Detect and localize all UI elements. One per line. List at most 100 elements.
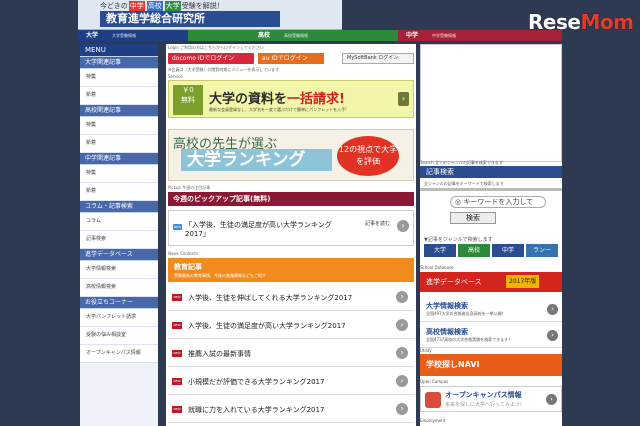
nav-tab-label: 高校 [258,32,271,39]
nav-tab-sub: 大学受験情報 [112,33,137,38]
education-title: 教育記事 [174,263,202,271]
banner-headline-a: 大学の資料を [209,92,288,107]
sidebar-menu: MENU 大学関連記事 特集 新着 高校関連記事 特集 新着 中学関連記事 特集… [80,44,158,426]
list-item[interactable]: NEW 推薦入試の最新事情 › [168,340,414,367]
search-desc: 全ジャンルの記事をキーワードで検索します [424,181,504,186]
article-title: 小規模だが評価できる大学ランキング2017 [188,378,325,386]
keyword-search-input[interactable]: ◎ キーワードを入力して [450,196,546,208]
au-login-button[interactable]: au IDでログイン [258,53,324,64]
site-title[interactable]: 教育進学総合研究所 [100,11,280,27]
genre-tab-high-school[interactable]: 高校 [458,244,490,257]
open-campus-banner[interactable]: オープンキャンパス情報 未来を探しに大学へ行ってみよう！ › [420,386,562,412]
sidebar-item[interactable]: 新着 [80,87,158,105]
genre-tab-junior-high[interactable]: 中学 [492,244,524,257]
nav-tab-high-school[interactable]: 高校 高校受験情報 [188,30,398,41]
education-subtitle: 受験最新の教育事情、今後の進路情報などをご紹介 [174,273,266,278]
new-badge: NEW [172,378,182,385]
genre-tab-ranking[interactable]: ランー [526,244,558,257]
nav-tab-sub: 中学受験情報 [432,33,457,38]
sidebar-item[interactable]: オープンキャンパス情報 [80,345,158,363]
nav-tab-label: 大学 [86,32,99,39]
nav-tab-sub: 高校受験情報 [284,33,309,38]
sidebar-item[interactable]: 大学情報検索 [80,261,158,279]
sidebar-section-high-school[interactable]: 高校関連記事 [80,105,158,117]
chevron-right-icon: › [546,394,557,405]
db-row-title: 高校情報検索 [426,328,468,336]
open-campus-sub: 未来を探しに大学へ行ってみよう！ [445,402,525,408]
ranking-banner-line2: 大学ランキング [181,149,332,171]
genre-tab-university[interactable]: 大学 [424,244,456,257]
sidebar-item[interactable]: 新着 [80,135,158,153]
sidebar-item[interactable]: 大学パンフレット請求 [80,309,158,327]
tag-high-school: 高校 [146,1,163,11]
free-badge-price: ￥0 [182,86,194,94]
list-item[interactable]: NEW 小規模だが評価できる大学ランキング2017 › [168,368,414,395]
search-header: 記事検索 [420,166,562,178]
university-search-link[interactable]: 大学情報検索 全国497大学の合格者出身高校を一挙公開！ › [420,298,562,322]
sidebar-item[interactable]: コラム [80,213,158,231]
tag-junior-high: 中学 [128,1,145,11]
docomo-login-button[interactable]: docomo IDでログイン [168,53,254,64]
nav-tab-university[interactable]: 大学 大学受験情報 [78,30,188,41]
sidebar-section-useful[interactable]: お役立ちコーナー [80,297,158,309]
brochure-request-banner[interactable]: ￥0 無料 大学の資料を一括請求! 最新な会員登録なし、大学名を一度で選ぶだけで簡… [168,80,414,118]
sidebar-item[interactable]: 受験の悩み相談室 [80,327,158,345]
database-header: 進学データベース 2017年版 [420,272,562,292]
list-item[interactable]: NEW 入学後、生徒の満足度が高い大学ランキング2017 › [168,312,414,339]
chevron-right-icon[interactable]: › [397,220,409,232]
tagline: 今どきの 中学 高校 大学 受験を解説！ [100,1,224,11]
sidebar-item[interactable]: 新着 [80,183,158,201]
sidebar-section-database[interactable]: 進学データベース [80,249,158,261]
free-badge-text: 無料 [181,96,195,104]
university-ranking-banner[interactable]: 高校の先生が選ぶ 大学ランキング 12の視点で大学を評価 [168,129,414,181]
pickup-article[interactable]: NEW 「入学後、生徒の満足度が高い大学ランキング2017」 記事を読む › [168,210,414,246]
sidebar-item[interactable]: 特集 [80,165,158,183]
database-year-badge: 2017年版 [506,275,540,288]
sidebar-item[interactable]: 高校情報検索 [80,279,158,297]
new-badge: NEW [172,406,182,413]
tag-university: 大学 [164,1,181,11]
service-label: Service [168,74,183,79]
pickup-header: 今週のピックアップ記事(無料) [168,192,414,206]
new-badge: NEW [172,350,182,357]
chevron-right-icon: › [547,330,558,341]
genre-tabs: 大学 高校 中学 ランー [424,244,558,257]
list-item[interactable]: NEW 就職に力を入れている大学ランキング2017 › [168,396,414,423]
sidebar-section-junior-high[interactable]: 中学関連記事 [80,153,158,165]
ad-area [420,44,562,162]
article-title: 推薦入試の最新事情 [188,350,251,358]
tagline-suffix: 受験を解説！ [181,2,224,10]
open-campus-title: オープンキャンパス情報 [445,391,522,399]
chevron-right-icon[interactable]: › [398,92,409,106]
school-navi-banner[interactable]: 学校探しNAVI [420,354,562,376]
news-label: News Contents [168,251,199,256]
keyword-placeholder: キーワードを入力して [463,198,534,206]
education-header: 教育記事 受験最新の教育事情、今後の進路情報などをご紹介 [168,258,414,282]
banner-headline-red: 一括請求! [287,92,345,107]
chevron-right-icon: › [547,304,558,315]
new-badge: NEW [172,294,182,301]
pickup-article-title[interactable]: 「入学後、生徒の満足度が高い大学ランキング2017」 [185,221,335,239]
sidebar-item[interactable]: 特集 [80,69,158,87]
pickup-label: Pickup 今週の注目記事 [168,185,211,190]
list-item[interactable]: NEW 入学後、生徒を伸ばしてくれる大学ランキング2017 › [168,284,414,311]
search-button[interactable]: 検索 [450,212,496,224]
db-row-sub: 全国4737高校の大学合格実績を検索できます！ [426,337,513,342]
nav-tab-label: 中学 [406,32,419,39]
chevron-right-icon: › [396,319,408,331]
read-more-link[interactable]: 記事を読む [365,220,390,227]
highschool-search-link[interactable]: 高校情報検索 全国4737高校の大学合格実績を検索できます！ › [420,324,562,348]
softbank-login-button[interactable]: MySoftBank ログイン [342,53,414,64]
banner-subtext: 最新な会員登録なし、大学名を一度で選ぶだけで簡単にパンフレットを入手! [209,107,347,112]
nav-tab-junior-high[interactable]: 中学 中学受験情報 [398,30,562,41]
campus-icon [425,392,441,408]
login-note: ※会員は『大学受験』の閲覧時期にメニューを表示しています [168,67,280,72]
menu-title: MENU [80,44,158,57]
sidebar-section-column[interactable]: コラム・記事検索 [80,201,158,213]
article-title: 入学後、生徒の満足度が高い大学ランキング2017 [188,322,346,330]
chevron-right-icon: › [396,403,408,415]
sidebar-item[interactable]: 記事検索 [80,231,158,249]
sidebar-section-university[interactable]: 大学関連記事 [80,57,158,69]
sidebar-item[interactable]: 特集 [80,117,158,135]
db-row-title: 大学情報検索 [426,302,468,310]
